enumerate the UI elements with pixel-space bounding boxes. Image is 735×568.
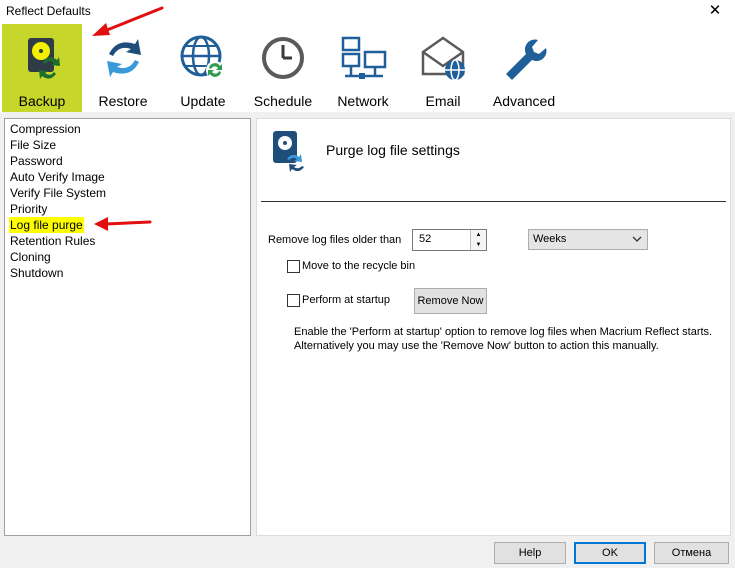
toolbar-network[interactable]: Network: [324, 24, 402, 112]
spin-buttons: ▲ ▼: [470, 230, 486, 250]
window-title: Reflect Defaults: [6, 4, 91, 18]
startup-info-text: Enable the 'Perform at startup' option t…: [294, 325, 724, 353]
perform-at-startup-checkbox[interactable]: [287, 294, 300, 307]
toolbar-advanced[interactable]: Advanced: [484, 24, 564, 112]
nav-item-log-file-purge[interactable]: Log file purge: [9, 217, 84, 233]
toolbar-backup[interactable]: Backup: [2, 24, 82, 112]
email-icon: [421, 36, 465, 81]
recycle-bin-label: Move to the recycle bin: [302, 260, 416, 272]
remove-now-button[interactable]: Remove Now: [414, 288, 487, 314]
nav-item-password[interactable]: Password: [9, 153, 64, 169]
toolbar-update[interactable]: Update: [164, 24, 242, 112]
backup-disk-icon: [28, 38, 60, 79]
wrench-icon: [506, 39, 547, 80]
spin-down-button[interactable]: ▼: [471, 240, 486, 250]
nav-item-file-size[interactable]: File Size: [9, 137, 57, 153]
toolbar-restore[interactable]: Restore: [84, 24, 162, 112]
nav-item-cloning[interactable]: Cloning: [9, 249, 52, 265]
nav-item-auto-verify-image[interactable]: Auto Verify Image: [9, 169, 106, 185]
age-unit-value: Weeks: [533, 233, 567, 245]
toolbar-schedule-label: Schedule: [253, 93, 313, 109]
perform-at-startup-label: Perform at startup: [302, 294, 391, 306]
panel-title: Purge log file settings: [326, 142, 460, 158]
toolbar-schedule[interactable]: Schedule: [244, 24, 322, 112]
toolbar-backup-label: Backup: [18, 93, 66, 109]
age-unit-select[interactable]: Weeks: [528, 229, 648, 250]
toolbar-email[interactable]: Email: [404, 24, 482, 112]
header-divider: [261, 201, 726, 202]
age-value[interactable]: 52: [419, 233, 431, 245]
close-button[interactable]: ✕: [695, 0, 735, 22]
toolbar-advanced-label: Advanced: [492, 93, 556, 109]
network-icon: [341, 36, 387, 79]
nav-item-retention-rules[interactable]: Retention Rules: [9, 233, 96, 249]
recycle-bin-checkbox[interactable]: [287, 260, 300, 273]
help-button[interactable]: Help: [494, 542, 566, 564]
toolbar-restore-label: Restore: [98, 93, 148, 109]
nav-item-verify-file-system[interactable]: Verify File System: [9, 185, 107, 201]
toolbar-email-label: Email: [425, 93, 461, 109]
toolbar-network-label: Network: [337, 93, 389, 109]
info-line-1: Enable the 'Perform at startup' option t…: [294, 326, 713, 338]
age-spinbox[interactable]: 52 ▲ ▼: [412, 229, 487, 251]
nav-item-shutdown[interactable]: Shutdown: [9, 265, 64, 281]
settings-panel: Purge log file settings Remove log files…: [256, 118, 731, 536]
clock-icon: [262, 37, 304, 79]
log-purge-icon: [273, 131, 304, 172]
settings-nav-list: Compression File Size Password Auto Veri…: [4, 118, 251, 536]
update-globe-icon: [180, 35, 224, 79]
title-bar: Reflect Defaults ✕: [0, 0, 735, 22]
remove-older-label: Remove log files older than: [268, 234, 402, 246]
info-line-2: Alternatively you may use the 'Remove No…: [294, 340, 659, 352]
nav-item-priority[interactable]: Priority: [9, 201, 48, 217]
chevron-down-icon: [632, 236, 642, 242]
category-toolbar: Backup Restore Update Schedule Network E…: [0, 22, 735, 112]
cancel-button[interactable]: Отмена: [654, 542, 729, 564]
ok-button[interactable]: OK: [574, 542, 646, 564]
restore-arrows-icon: [107, 39, 141, 77]
nav-item-compression[interactable]: Compression: [9, 121, 82, 137]
toolbar-update-label: Update: [180, 93, 226, 109]
